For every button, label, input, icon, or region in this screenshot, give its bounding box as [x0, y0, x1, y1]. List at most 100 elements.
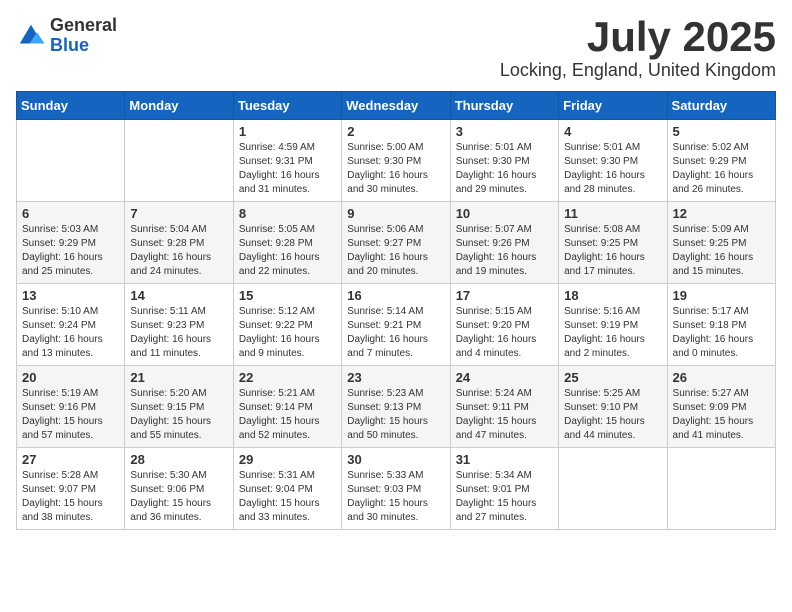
- day-number: 31: [456, 452, 553, 467]
- day-number: 1: [239, 124, 336, 139]
- calendar-cell: 18 Sunrise: 5:16 AM Sunset: 9:19 PM Dayli…: [559, 284, 667, 366]
- day-info: Sunrise: 5:24 AM Sunset: 9:11 PM Dayligh…: [456, 387, 553, 443]
- day-info: Sunrise: 5:23 AM Sunset: 9:13 PM Dayligh…: [347, 387, 444, 443]
- calendar-cell: 6 Sunrise: 5:03 AM Sunset: 9:29 PM Daylig…: [17, 202, 125, 284]
- logo-icon: [16, 21, 46, 51]
- location-title: Locking, England, United Kingdom: [500, 60, 776, 81]
- week-row-3: 13 Sunrise: 5:10 AM Sunset: 9:24 PM Dayli…: [17, 284, 776, 366]
- day-info: Sunrise: 5:33 AM Sunset: 9:03 PM Dayligh…: [347, 469, 444, 525]
- calendar-cell: 17 Sunrise: 5:15 AM Sunset: 9:20 PM Dayli…: [450, 284, 558, 366]
- day-number: 3: [456, 124, 553, 139]
- day-info: Sunrise: 5:15 AM Sunset: 9:20 PM Dayligh…: [456, 305, 553, 361]
- day-number: 10: [456, 206, 553, 221]
- weekday-header-thursday: Thursday: [450, 92, 558, 120]
- day-number: 11: [564, 206, 661, 221]
- calendar-cell: 16 Sunrise: 5:14 AM Sunset: 9:21 PM Dayli…: [342, 284, 450, 366]
- calendar-cell: 1Sunrise: 4:59 AM Sunset: 9:31 PM Daylig…: [233, 120, 341, 202]
- week-row-1: 1Sunrise: 4:59 AM Sunset: 9:31 PM Daylig…: [17, 120, 776, 202]
- day-number: 20: [22, 370, 119, 385]
- day-info: Sunrise: 5:28 AM Sunset: 9:07 PM Dayligh…: [22, 469, 119, 525]
- calendar-cell: 20 Sunrise: 5:19 AM Sunset: 9:16 PM Dayli…: [17, 366, 125, 448]
- calendar-cell: 11 Sunrise: 5:08 AM Sunset: 9:25 PM Dayli…: [559, 202, 667, 284]
- day-number: 23: [347, 370, 444, 385]
- day-info: Sunrise: 5:14 AM Sunset: 9:21 PM Dayligh…: [347, 305, 444, 361]
- day-number: 16: [347, 288, 444, 303]
- day-info: Sunrise: 5:10 AM Sunset: 9:24 PM Dayligh…: [22, 305, 119, 361]
- day-number: 22: [239, 370, 336, 385]
- calendar-cell: 12 Sunrise: 5:09 AM Sunset: 9:25 PM Dayli…: [667, 202, 775, 284]
- month-title: July 2025: [500, 16, 776, 58]
- week-row-2: 6 Sunrise: 5:03 AM Sunset: 9:29 PM Daylig…: [17, 202, 776, 284]
- day-info: Sunrise: 5:30 AM Sunset: 9:06 PM Dayligh…: [130, 469, 227, 525]
- weekday-header-row: SundayMondayTuesdayWednesdayThursdayFrid…: [17, 92, 776, 120]
- weekday-header-saturday: Saturday: [667, 92, 775, 120]
- logo-text: General Blue: [50, 16, 117, 56]
- day-info: Sunrise: 5:31 AM Sunset: 9:04 PM Dayligh…: [239, 469, 336, 525]
- weekday-header-wednesday: Wednesday: [342, 92, 450, 120]
- day-number: 29: [239, 452, 336, 467]
- day-number: 18: [564, 288, 661, 303]
- day-info: Sunrise: 5:19 AM Sunset: 9:16 PM Dayligh…: [22, 387, 119, 443]
- day-number: 6: [22, 206, 119, 221]
- calendar-cell: 19 Sunrise: 5:17 AM Sunset: 9:18 PM Dayli…: [667, 284, 775, 366]
- day-number: 19: [673, 288, 770, 303]
- calendar-cell: [125, 120, 233, 202]
- calendar-cell: 29 Sunrise: 5:31 AM Sunset: 9:04 PM Dayli…: [233, 448, 341, 530]
- day-number: 14: [130, 288, 227, 303]
- day-info: Sunrise: 5:08 AM Sunset: 9:25 PM Dayligh…: [564, 223, 661, 279]
- calendar-cell: 2 Sunrise: 5:00 AM Sunset: 9:30 PM Daylig…: [342, 120, 450, 202]
- day-number: 2: [347, 124, 444, 139]
- weekday-header-monday: Monday: [125, 92, 233, 120]
- day-info: Sunrise: 5:12 AM Sunset: 9:22 PM Dayligh…: [239, 305, 336, 361]
- day-info: Sunrise: 5:03 AM Sunset: 9:29 PM Dayligh…: [22, 223, 119, 279]
- day-info: Sunrise: 5:34 AM Sunset: 9:01 PM Dayligh…: [456, 469, 553, 525]
- day-number: 21: [130, 370, 227, 385]
- calendar-cell: 31 Sunrise: 5:34 AM Sunset: 9:01 PM Dayli…: [450, 448, 558, 530]
- title-area: July 2025 Locking, England, United Kingd…: [500, 16, 776, 81]
- weekday-header-sunday: Sunday: [17, 92, 125, 120]
- calendar-cell: 22Sunrise: 5:21 AM Sunset: 9:14 PM Dayli…: [233, 366, 341, 448]
- calendar-cell: 3Sunrise: 5:01 AM Sunset: 9:30 PM Daylig…: [450, 120, 558, 202]
- week-row-4: 20 Sunrise: 5:19 AM Sunset: 9:16 PM Dayli…: [17, 366, 776, 448]
- calendar-cell: [667, 448, 775, 530]
- day-number: 7: [130, 206, 227, 221]
- calendar-cell: 28 Sunrise: 5:30 AM Sunset: 9:06 PM Dayli…: [125, 448, 233, 530]
- day-info: Sunrise: 5:27 AM Sunset: 9:09 PM Dayligh…: [673, 387, 770, 443]
- day-number: 5: [673, 124, 770, 139]
- day-info: Sunrise: 5:02 AM Sunset: 9:29 PM Dayligh…: [673, 141, 770, 197]
- day-number: 17: [456, 288, 553, 303]
- day-info: Sunrise: 5:11 AM Sunset: 9:23 PM Dayligh…: [130, 305, 227, 361]
- day-info: Sunrise: 5:17 AM Sunset: 9:18 PM Dayligh…: [673, 305, 770, 361]
- day-number: 12: [673, 206, 770, 221]
- week-row-5: 27 Sunrise: 5:28 AM Sunset: 9:07 PM Dayli…: [17, 448, 776, 530]
- day-info: Sunrise: 5:07 AM Sunset: 9:26 PM Dayligh…: [456, 223, 553, 279]
- calendar-cell: 24 Sunrise: 5:24 AM Sunset: 9:11 PM Dayli…: [450, 366, 558, 448]
- day-info: Sunrise: 5:20 AM Sunset: 9:15 PM Dayligh…: [130, 387, 227, 443]
- day-number: 28: [130, 452, 227, 467]
- day-number: 8: [239, 206, 336, 221]
- day-number: 4: [564, 124, 661, 139]
- calendar-cell: 5 Sunrise: 5:02 AM Sunset: 9:29 PM Daylig…: [667, 120, 775, 202]
- day-number: 24: [456, 370, 553, 385]
- calendar-cell: 7Sunrise: 5:04 AM Sunset: 9:28 PM Daylig…: [125, 202, 233, 284]
- day-number: 27: [22, 452, 119, 467]
- logo-blue-text: Blue: [50, 36, 117, 56]
- day-info: Sunrise: 5:25 AM Sunset: 9:10 PM Dayligh…: [564, 387, 661, 443]
- day-info: Sunrise: 5:00 AM Sunset: 9:30 PM Dayligh…: [347, 141, 444, 197]
- day-number: 30: [347, 452, 444, 467]
- calendar-cell: 30 Sunrise: 5:33 AM Sunset: 9:03 PM Dayli…: [342, 448, 450, 530]
- calendar-cell: 14 Sunrise: 5:11 AM Sunset: 9:23 PM Dayli…: [125, 284, 233, 366]
- calendar-cell: 25Sunrise: 5:25 AM Sunset: 9:10 PM Dayli…: [559, 366, 667, 448]
- calendar-cell: 8 Sunrise: 5:05 AM Sunset: 9:28 PM Daylig…: [233, 202, 341, 284]
- calendar-cell: 26Sunrise: 5:27 AM Sunset: 9:09 PM Dayli…: [667, 366, 775, 448]
- day-number: 15: [239, 288, 336, 303]
- calendar-cell: [559, 448, 667, 530]
- day-info: Sunrise: 5:05 AM Sunset: 9:28 PM Dayligh…: [239, 223, 336, 279]
- day-info: Sunrise: 5:09 AM Sunset: 9:25 PM Dayligh…: [673, 223, 770, 279]
- calendar-cell: [17, 120, 125, 202]
- calendar-cell: 15 Sunrise: 5:12 AM Sunset: 9:22 PM Dayli…: [233, 284, 341, 366]
- day-number: 13: [22, 288, 119, 303]
- page-header: General Blue July 2025 Locking, England,…: [16, 16, 776, 81]
- weekday-header-friday: Friday: [559, 92, 667, 120]
- day-info: Sunrise: 5:16 AM Sunset: 9:19 PM Dayligh…: [564, 305, 661, 361]
